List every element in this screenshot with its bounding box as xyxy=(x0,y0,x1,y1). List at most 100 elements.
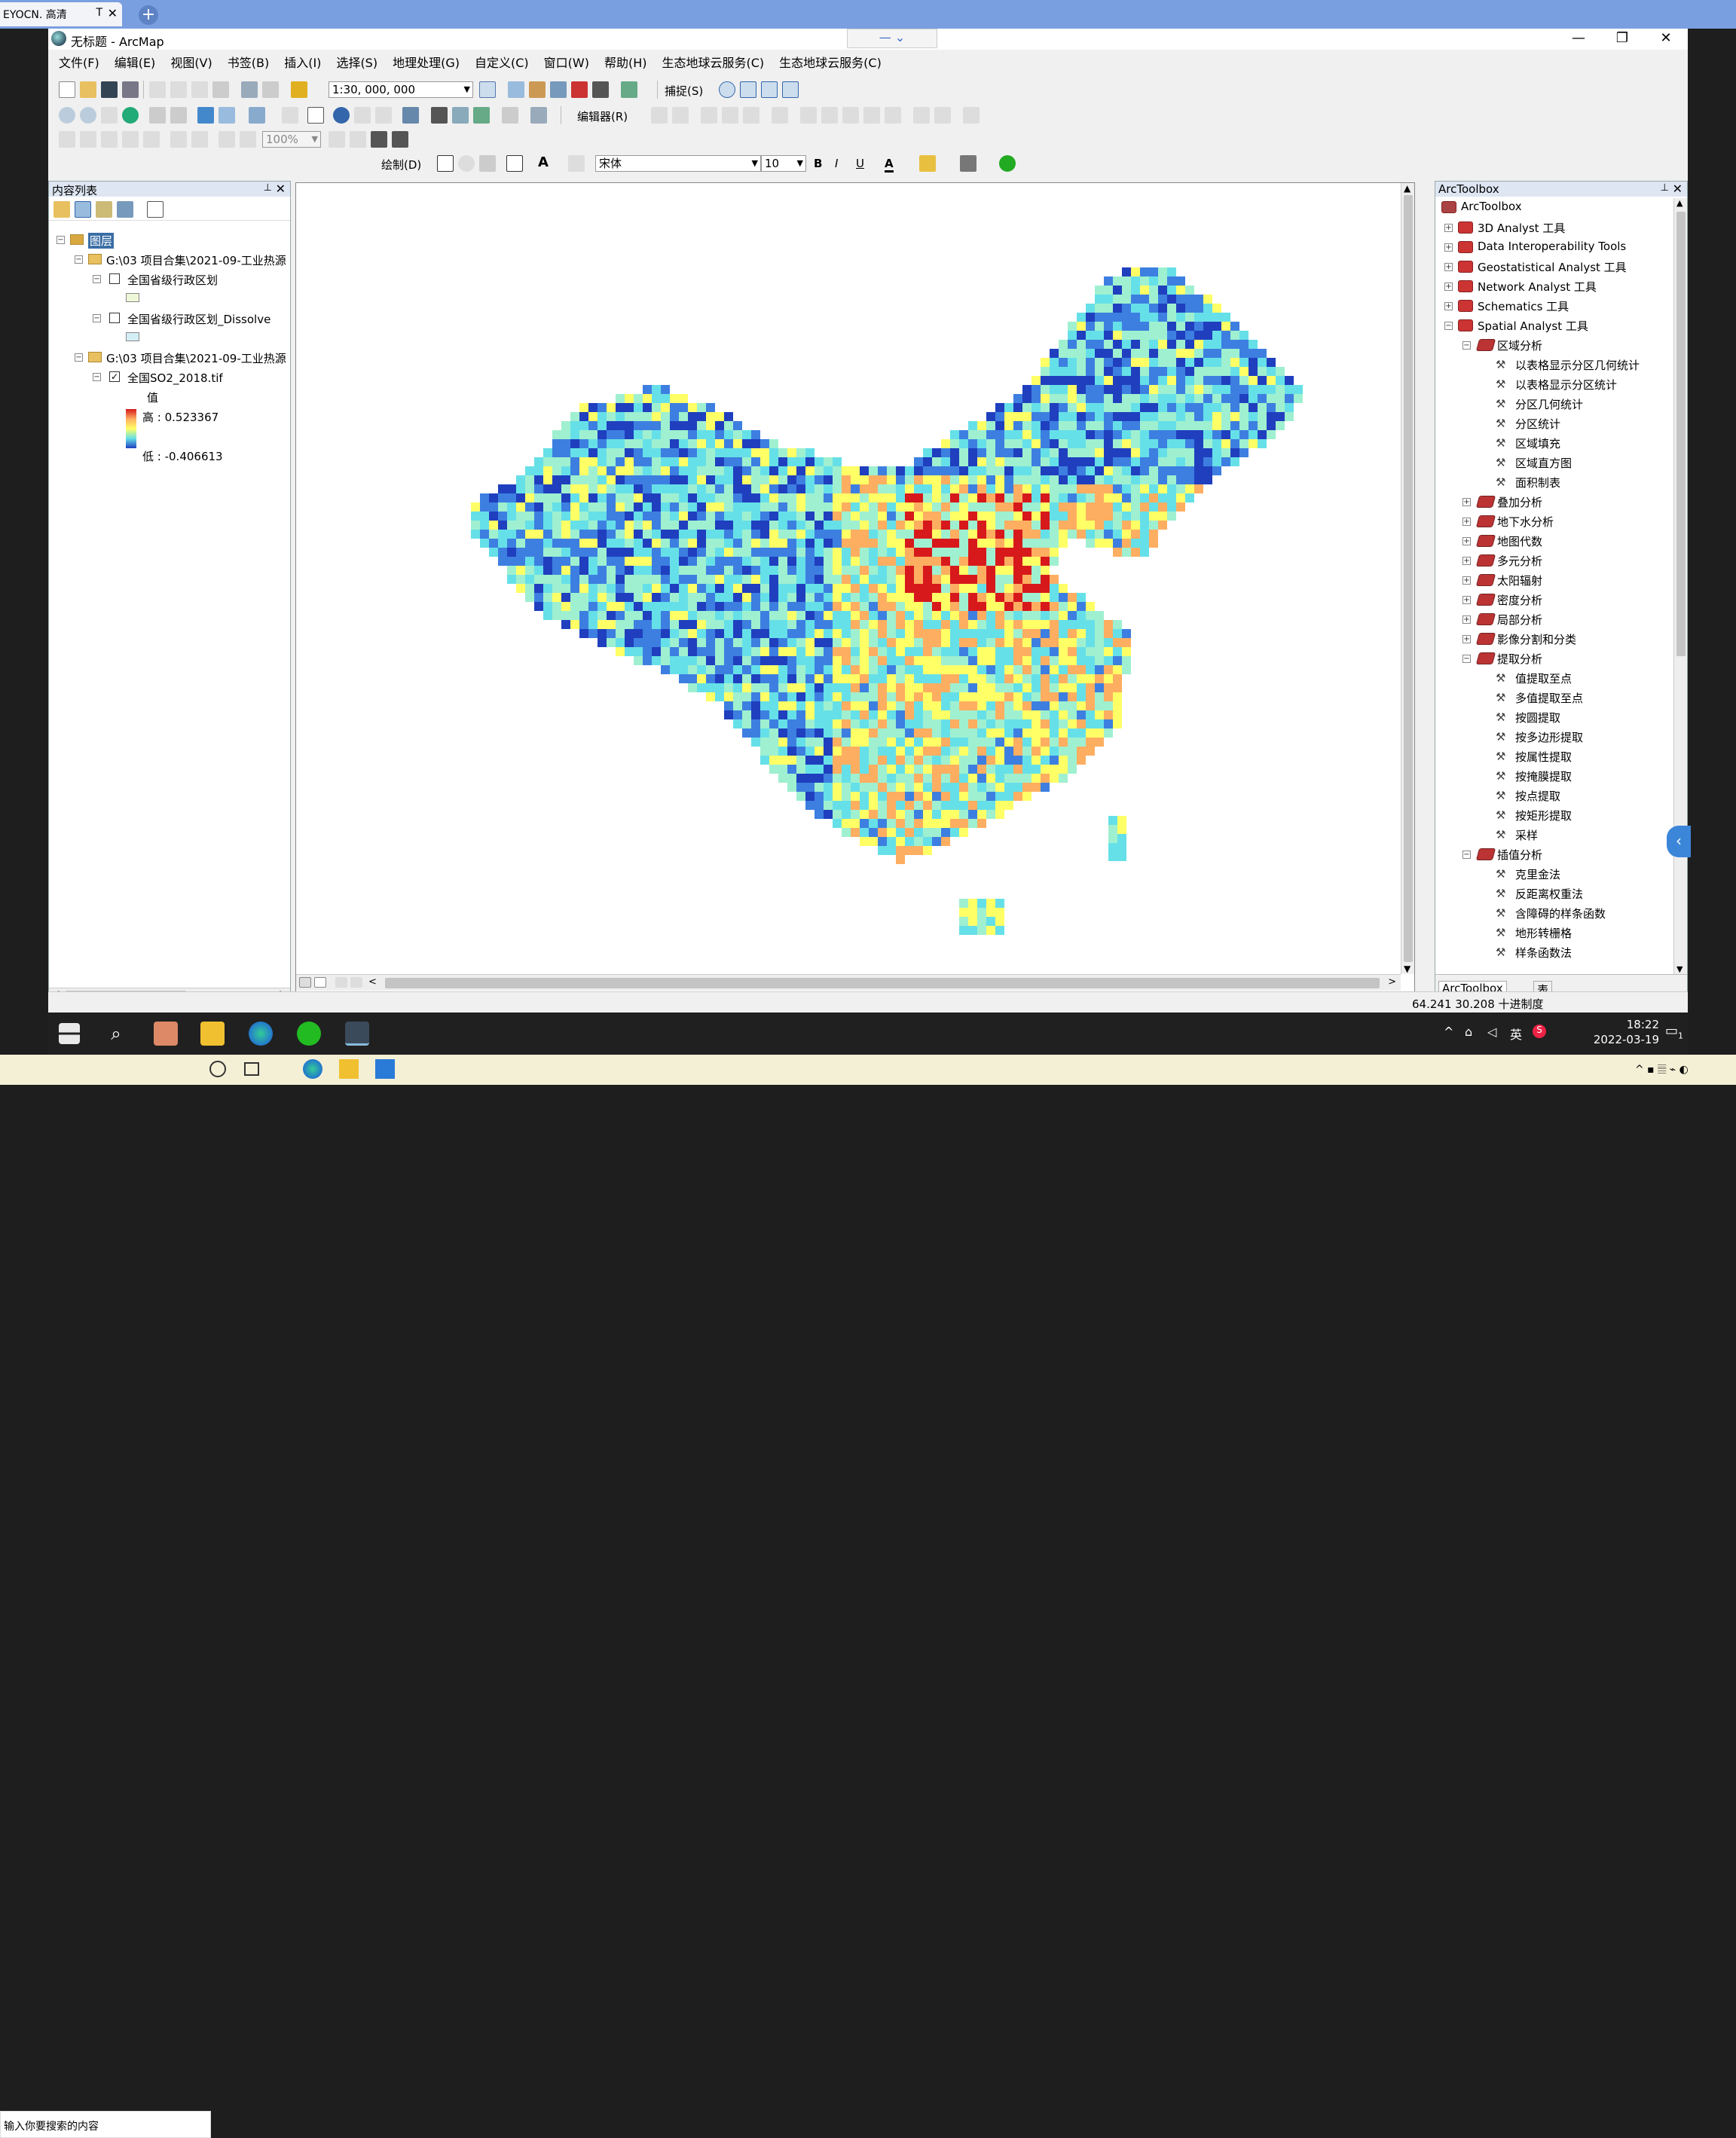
tool-item[interactable]: 反距离权重法 xyxy=(1515,886,1583,902)
scroll-up-icon[interactable]: ▲ xyxy=(1404,183,1410,194)
tool-item[interactable]: 按属性提取 xyxy=(1515,749,1572,765)
expand-icon[interactable]: + xyxy=(1462,596,1471,604)
table-of-contents-icon[interactable] xyxy=(508,81,524,98)
tray-chevron-icon[interactable]: ^ xyxy=(1444,1025,1453,1039)
go-to-xy-icon[interactable] xyxy=(473,107,490,124)
edit-annotation-icon[interactable] xyxy=(672,107,689,124)
toolset-item[interactable]: 影像分割和分类 xyxy=(1497,631,1576,647)
toolset-item[interactable]: 局部分析 xyxy=(1497,612,1542,628)
map-scale-combo[interactable]: 1:30, 000, 000 ▼ xyxy=(329,81,473,98)
menu-selection[interactable]: 选择(S) xyxy=(336,53,377,71)
reshape-icon[interactable] xyxy=(821,107,838,124)
expand-icon[interactable]: + xyxy=(1462,635,1471,643)
map-view[interactable]: ▲ ▼ < > xyxy=(295,182,1415,1003)
notification-icon[interactable]: ▭1 xyxy=(1665,1023,1683,1041)
back-extent-icon[interactable] xyxy=(197,107,214,124)
menu-bookmarks[interactable]: 书签(B) xyxy=(228,53,269,71)
scrollbar-thumb[interactable] xyxy=(1676,212,1686,656)
legend-color-ramp[interactable] xyxy=(126,409,136,448)
identify-icon[interactable] xyxy=(333,107,350,124)
arcmap-taskbar-icon[interactable] xyxy=(345,1022,369,1046)
rectangle-icon[interactable] xyxy=(506,155,523,172)
create-features-icon[interactable] xyxy=(963,107,980,124)
point-tool-icon[interactable] xyxy=(772,107,788,124)
delete-icon[interactable] xyxy=(212,81,229,98)
end-snap-icon[interactable] xyxy=(740,81,756,98)
tool-item[interactable]: 面积制表 xyxy=(1515,475,1560,490)
layer-symbol-swatch[interactable] xyxy=(126,293,139,302)
expand-icon[interactable]: + xyxy=(1444,243,1453,252)
vertex-snap-icon[interactable] xyxy=(761,81,778,98)
next-extent-layout-icon[interactable] xyxy=(240,131,256,148)
toolset-item[interactable]: 密度分析 xyxy=(1497,592,1542,608)
previous-extent-layout-icon[interactable] xyxy=(219,131,235,148)
tool-item[interactable]: 地形转栅格 xyxy=(1515,925,1572,941)
data-view-icon[interactable] xyxy=(299,977,311,988)
taskbar-app-icon[interactable] xyxy=(154,1022,178,1046)
toolbox-item[interactable]: Geostatistical Analyst 工具 xyxy=(1478,259,1627,275)
copy-icon[interactable] xyxy=(170,81,187,98)
new-doc-icon[interactable] xyxy=(59,81,75,98)
collapse-icon[interactable]: − xyxy=(1462,655,1471,663)
toolset-item[interactable]: 多元分析 xyxy=(1497,553,1542,569)
floating-popup[interactable]: — ⌄ xyxy=(847,29,937,48)
edit-vertices-icon[interactable] xyxy=(800,107,817,124)
list-by-source-icon[interactable] xyxy=(75,201,91,218)
system-clock[interactable]: 18:22 2022-03-19 xyxy=(1594,1017,1659,1047)
endpoint-arc-icon[interactable] xyxy=(722,107,738,124)
cortana-icon[interactable] xyxy=(209,1061,226,1077)
layer-checkbox[interactable] xyxy=(109,273,120,284)
host-explorer-icon[interactable] xyxy=(339,1059,359,1079)
font-size-combo[interactable]: 10 ▼ xyxy=(761,155,806,172)
tool-item[interactable]: 按矩形提取 xyxy=(1515,808,1572,823)
rotate-icon[interactable] xyxy=(885,107,901,124)
fill-color-icon[interactable] xyxy=(919,155,936,172)
arctoolbox-root[interactable]: ArcToolbox xyxy=(1461,200,1522,213)
scroll-down-icon[interactable]: ▼ xyxy=(1404,964,1410,974)
expand-icon[interactable]: + xyxy=(1462,615,1471,624)
italic-button[interactable]: I xyxy=(835,157,838,170)
host-tray-icons[interactable]: ^ ▪ 𝄚 ⌁ ◐ xyxy=(1635,1064,1689,1076)
collapse-icon[interactable]: − xyxy=(75,353,83,362)
toolbox-item[interactable]: Schematics 工具 xyxy=(1478,298,1569,314)
fixed-zoom-in-layout-icon[interactable] xyxy=(170,131,187,148)
close-tab-icon[interactable]: ✕ xyxy=(108,6,118,20)
tool-item[interactable]: 分区几何统计 xyxy=(1515,396,1583,412)
rotate-element-icon[interactable] xyxy=(458,155,475,172)
draw-menu[interactable]: 绘制(D) xyxy=(381,157,421,173)
cut-icon[interactable] xyxy=(149,81,166,98)
refresh-icon[interactable] xyxy=(335,977,347,988)
scroll-right-icon[interactable]: > xyxy=(1388,976,1396,988)
fixed-zoom-out-layout-icon[interactable] xyxy=(191,131,208,148)
network-icon[interactable]: ⌂ xyxy=(1465,1025,1472,1039)
toolset-item[interactable]: 地图代数 xyxy=(1497,533,1542,549)
tool-item[interactable]: 样条函数法 xyxy=(1515,945,1572,961)
toc-group-1[interactable]: G:\03 项目合集\2021-09-工业热源 xyxy=(106,252,290,268)
toolset-item[interactable]: 插值分析 xyxy=(1497,847,1542,863)
toc-layer-provinces[interactable]: 全国省级行政区划 xyxy=(127,272,218,288)
tool-item[interactable]: 以表格显示分区几何统计 xyxy=(1515,357,1640,373)
collapse-icon[interactable]: − xyxy=(57,236,65,244)
open-folder-icon[interactable] xyxy=(80,81,96,98)
tool-item[interactable]: 按掩膜提取 xyxy=(1515,768,1572,784)
scrollbar-thumb[interactable] xyxy=(385,978,1380,988)
menu-eco-cloud-2[interactable]: 生态地球云服务(C) xyxy=(779,53,882,71)
start-windows-icon[interactable] xyxy=(59,1023,80,1044)
tool-item[interactable]: 按多边形提取 xyxy=(1515,729,1583,745)
data-driven-pages-icon[interactable] xyxy=(392,131,408,148)
toolbox-item[interactable]: Data Interoperability Tools xyxy=(1478,240,1626,253)
tool-item[interactable]: 多值提取至点 xyxy=(1515,690,1583,706)
model-builder-icon[interactable] xyxy=(621,81,637,98)
collapse-icon[interactable]: − xyxy=(75,255,83,264)
antivirus-icon[interactable]: S xyxy=(1533,1025,1546,1038)
marker-color-icon[interactable] xyxy=(999,155,1016,172)
tool-item[interactable]: 分区统计 xyxy=(1515,416,1560,432)
expand-icon[interactable]: + xyxy=(1462,557,1471,565)
list-by-selection-icon[interactable] xyxy=(117,201,133,218)
search-window-icon[interactable] xyxy=(550,81,567,98)
pin-icon[interactable]: ⊥ xyxy=(264,182,272,194)
find-icon[interactable] xyxy=(431,107,448,124)
new-tab-button[interactable]: + xyxy=(139,5,158,25)
collapse-icon[interactable]: − xyxy=(93,314,101,322)
zoom-out-icon[interactable] xyxy=(80,107,96,124)
